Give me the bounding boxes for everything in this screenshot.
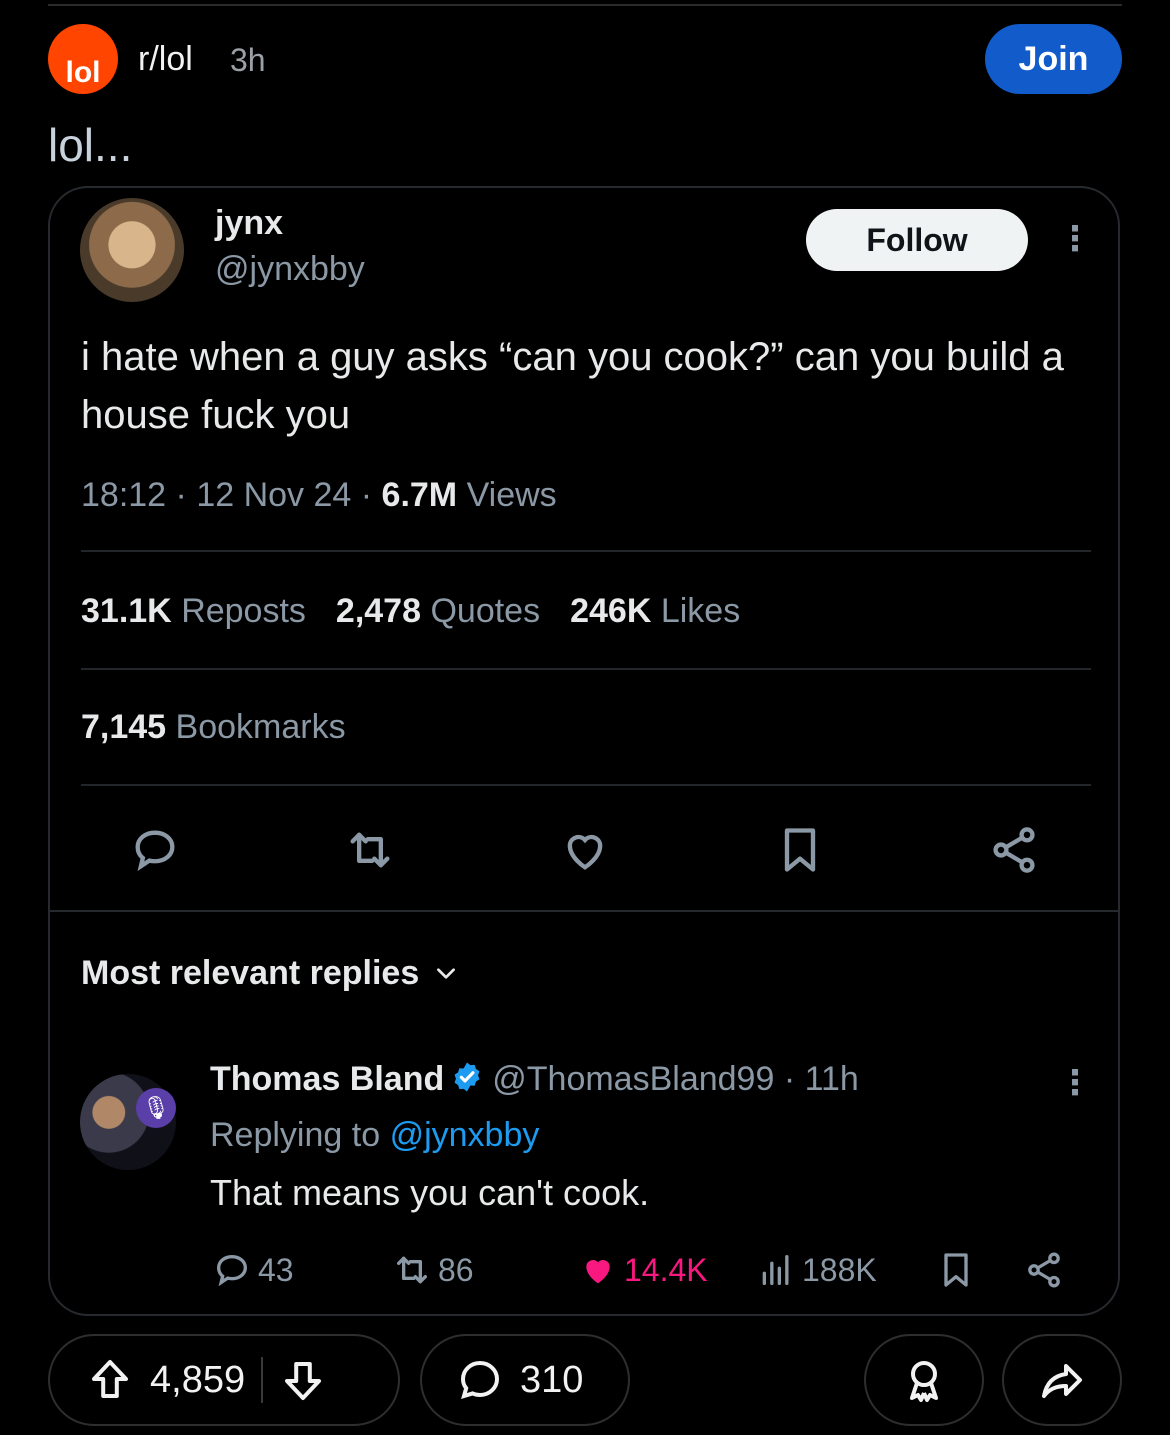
comment-icon: [456, 1356, 504, 1404]
card-divider: [50, 910, 1118, 912]
divider: [81, 784, 1091, 786]
tweet-stats: 31.1K Reposts 2,478 Quotes 246K Likes: [81, 592, 740, 631]
top-divider: [48, 4, 1122, 6]
reply-author-name: Thomas Bland: [210, 1060, 445, 1098]
post-age: 3h: [230, 42, 266, 78]
tweet-date: 12 Nov 24: [196, 476, 352, 514]
reply-reposts: 86: [392, 1248, 474, 1292]
replies-sort-label: Most relevant replies: [81, 954, 420, 992]
repost-icon: [397, 1256, 427, 1284]
vote-pill: 4,859: [48, 1334, 400, 1426]
follow-button: Follow: [806, 209, 1028, 271]
tweet-bookmarks: 7,145 Bookmarks: [81, 708, 346, 747]
comments-button[interactable]: 310: [420, 1334, 630, 1426]
reply-bookmark-icon: [936, 1248, 982, 1292]
reply-share-icon: [1024, 1248, 1070, 1292]
reply-author-handle: @ThomasBland99: [492, 1060, 775, 1098]
award-button[interactable]: [864, 1334, 984, 1426]
upvote-icon[interactable]: [86, 1356, 134, 1404]
reply-reposts-count: 86: [438, 1251, 474, 1288]
reply-likes: 14.4K: [578, 1248, 708, 1292]
likes-label: Likes: [660, 592, 741, 630]
reply-age: 11h: [804, 1060, 859, 1098]
reply-text: That means you can't cook.: [210, 1172, 650, 1213]
vote-divider: [261, 1357, 264, 1403]
chevron-down-icon: [433, 956, 459, 995]
share-button[interactable]: [1002, 1334, 1122, 1426]
tweet-author-handle: @jynxbby: [215, 250, 365, 288]
share-arrow-icon: [1038, 1356, 1086, 1404]
subreddit-avatar-text: lol: [65, 56, 101, 89]
subreddit-avatar[interactable]: lol: [48, 24, 118, 94]
reply-likes-count: 14.4K: [624, 1251, 708, 1288]
quotes-count: 2,478: [335, 592, 422, 630]
tweet-time: 18:12: [81, 476, 167, 514]
replying-prefix: Replying to: [210, 1116, 381, 1154]
reply-views-count: 188K: [802, 1251, 877, 1288]
repost-icon: [342, 822, 398, 878]
likes-count: 246K: [570, 592, 652, 630]
reply-header: Thomas Bland @ThomasBland99 · 11h: [210, 1060, 859, 1103]
reply-replies: 43: [212, 1248, 294, 1292]
join-button[interactable]: Join: [985, 24, 1122, 94]
quotes-label: Quotes: [430, 592, 541, 630]
bookmarks-label: Bookmarks: [175, 708, 346, 746]
reposts-count: 31.1K: [81, 592, 172, 630]
reply-replies-count: 43: [258, 1251, 294, 1288]
divider: [81, 668, 1091, 670]
downvote-icon[interactable]: [279, 1356, 327, 1404]
award-icon: [900, 1356, 948, 1404]
tweet-views-count: 6.7M: [381, 476, 458, 514]
post-title[interactable]: lol...: [48, 118, 132, 172]
views-icon: [762, 1255, 789, 1285]
divider: [81, 550, 1091, 552]
heart-filled-icon: [586, 1260, 610, 1284]
verified-icon: [450, 1060, 484, 1103]
tweet-meta: 18:12 · 12 Nov 24 · 6.7M Views: [81, 476, 557, 514]
tweet-author-name: jynx: [215, 204, 284, 242]
subreddit-name[interactable]: r/lol: [138, 40, 193, 79]
bookmark-icon: [772, 822, 828, 878]
vote-count: 4,859: [150, 1358, 246, 1401]
reply-icon: [127, 822, 183, 878]
reply-author-avatar: 🎙: [80, 1074, 176, 1170]
tweet-views-label: Views: [466, 476, 557, 514]
reposts-label: Reposts: [181, 592, 306, 630]
more-options-icon: ⋮: [1058, 220, 1092, 258]
tweet-author-avatar: [80, 198, 184, 302]
reply-icon: [216, 1254, 248, 1287]
bookmarks-count: 7,145: [81, 708, 167, 746]
like-icon: [557, 822, 613, 878]
podcast-icon: 🎙: [136, 1088, 176, 1128]
replying-mention: @jynxbby: [389, 1116, 540, 1154]
reply-views: 188K: [756, 1248, 877, 1292]
replying-to: Replying to @jynxbby: [210, 1116, 539, 1155]
replies-sort: Most relevant replies: [81, 954, 459, 995]
reply-more-options-icon: ⋮: [1058, 1064, 1092, 1102]
comment-count: 310: [520, 1358, 584, 1401]
tweet-text: i hate when a guy asks “can you cook?” c…: [81, 335, 1064, 437]
share-icon: [986, 822, 1042, 878]
